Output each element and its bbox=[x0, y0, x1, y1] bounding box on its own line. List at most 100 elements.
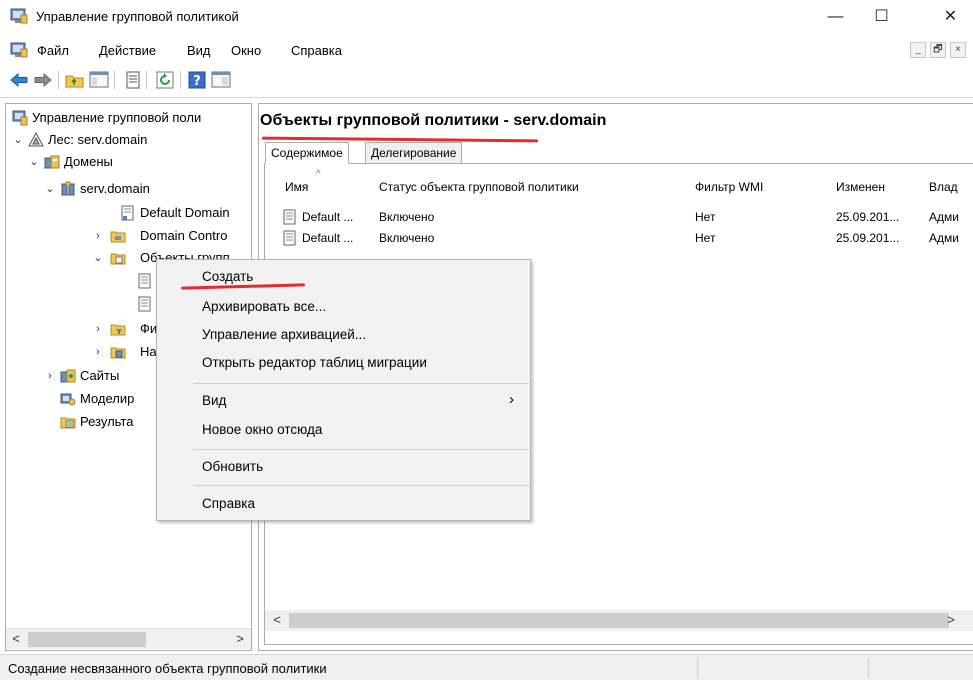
tree-node-label: Сайты bbox=[80, 368, 120, 383]
scroll-right-button[interactable]: > bbox=[230, 629, 250, 650]
menu-item-refresh[interactable]: Обновить bbox=[202, 459, 263, 474]
scroll-left-button[interactable]: < bbox=[267, 610, 287, 631]
scrollbar-thumb[interactable] bbox=[28, 632, 146, 647]
tree-node-label: serv.domain bbox=[80, 181, 150, 196]
mdi-close-button[interactable]: × bbox=[950, 42, 966, 58]
expand-chevron-icon[interactable]: › bbox=[43, 365, 57, 387]
expand-chevron-icon[interactable]: › bbox=[91, 341, 105, 363]
gpo-folder-icon bbox=[110, 253, 126, 265]
cell-owner: Адми bbox=[929, 231, 959, 245]
gpo-icon bbox=[283, 209, 296, 225]
tree-node-forest[interactable]: ⌄ Лес: serv.domain bbox=[6, 129, 251, 151]
sites-icon bbox=[60, 369, 76, 383]
menu-item-new-window[interactable]: Новое окно отсюда bbox=[202, 422, 322, 437]
cell-wmi: Нет bbox=[695, 210, 716, 224]
column-header-status[interactable]: Статус объекта групповой политики bbox=[379, 180, 579, 194]
tree-node-label: Фи bbox=[140, 321, 158, 336]
menu-file[interactable]: Файл bbox=[37, 43, 69, 58]
menu-item-backup-all[interactable]: Архивировать все... bbox=[202, 299, 326, 314]
menu-item-create[interactable]: Создать bbox=[202, 269, 253, 284]
show-hide-tree-icon[interactable] bbox=[88, 69, 110, 91]
menu-help[interactable]: Справка bbox=[291, 43, 342, 58]
menu-bar: Файл Действие Вид Окно Справка _ 🗗 × bbox=[0, 38, 973, 64]
sort-ascending-icon: ^ bbox=[316, 169, 321, 180]
tree-node-domain-controllers[interactable]: › Domain Contro bbox=[6, 225, 251, 247]
tree-node-domains[interactable]: ⌄ Домены bbox=[6, 151, 251, 173]
gpo-icon bbox=[138, 273, 151, 289]
back-arrow-icon[interactable] bbox=[8, 69, 30, 91]
collapse-chevron-icon[interactable]: ⌄ bbox=[43, 178, 57, 200]
menu-item-migration-table-editor[interactable]: Открыть редактор таблиц миграции bbox=[202, 355, 427, 370]
cell-status: Включено bbox=[379, 210, 435, 224]
console-view-icon[interactable] bbox=[210, 69, 232, 91]
title-bar: Управление групповой политикой — ☐ ✕ bbox=[0, 0, 973, 34]
menu-view[interactable]: Вид bbox=[187, 43, 211, 58]
expand-chevron-icon[interactable]: › bbox=[91, 225, 105, 247]
mdi-restore-button[interactable]: 🗗 bbox=[930, 42, 946, 58]
help-icon[interactable]: ? bbox=[186, 69, 208, 91]
tree-node-default-domain-policy[interactable]: Default Domain bbox=[6, 202, 251, 224]
refresh-icon[interactable] bbox=[154, 69, 176, 91]
tab-contents[interactable]: Содержимое bbox=[265, 142, 349, 164]
forward-arrow-icon[interactable] bbox=[32, 69, 54, 91]
gpmc-menu-icon[interactable] bbox=[10, 42, 28, 58]
cell-owner: Адми bbox=[929, 210, 959, 224]
forest-icon bbox=[28, 132, 44, 147]
scrollbar-thumb[interactable] bbox=[289, 613, 949, 628]
tree-horizontal-scrollbar[interactable]: < > bbox=[6, 628, 251, 649]
cell-status: Включено bbox=[379, 231, 435, 245]
tree-node-label: Управление групповой поли bbox=[32, 110, 202, 125]
menu-item-view[interactable]: Вид bbox=[202, 393, 226, 408]
status-text: Создание несвязанного объекта групповой … bbox=[8, 661, 327, 676]
cell-modified: 25.09.201... bbox=[836, 231, 900, 245]
tree-node-serv-domain[interactable]: ⌄ serv.domain bbox=[6, 178, 251, 200]
properties-icon[interactable] bbox=[122, 69, 144, 91]
starter-folder-icon bbox=[110, 347, 126, 359]
scroll-right-button[interactable]: > bbox=[941, 610, 961, 631]
menu-item-manage-backups[interactable]: Управление архивацией... bbox=[202, 327, 366, 342]
status-divider bbox=[697, 657, 698, 679]
menu-item-help[interactable]: Справка bbox=[202, 496, 255, 511]
gpo-link-icon bbox=[121, 205, 134, 221]
cell-name: Default ... bbox=[302, 231, 354, 245]
details-horizontal-scrollbar[interactable]: < > bbox=[265, 610, 973, 631]
wmi-folder-icon bbox=[110, 324, 126, 336]
toolbar-separator bbox=[180, 71, 181, 89]
mdi-minimize-button[interactable]: _ bbox=[910, 42, 926, 58]
menu-action[interactable]: Действие bbox=[99, 43, 156, 58]
toolbar-separator bbox=[146, 71, 147, 89]
tree-node-label: Домены bbox=[64, 154, 113, 169]
tree-node-gpmc-root[interactable]: Управление групповой поли bbox=[6, 107, 251, 129]
collapse-chevron-icon[interactable]: ⌄ bbox=[27, 151, 41, 173]
submenu-arrow-icon: › bbox=[509, 391, 514, 408]
tree-node-label: Результа bbox=[80, 414, 134, 429]
collapse-chevron-icon[interactable]: ⌄ bbox=[11, 129, 25, 151]
gpmc-icon bbox=[12, 110, 28, 126]
toolbar-separator bbox=[114, 71, 115, 89]
column-header-owner[interactable]: Влад bbox=[929, 180, 958, 194]
table-row[interactable]: Default ... Включено Нет 25.09.201... Ад… bbox=[280, 229, 973, 249]
maximize-button[interactable]: ☐ bbox=[859, 0, 904, 34]
column-header-modified[interactable]: Изменен bbox=[836, 180, 885, 194]
folder-up-icon[interactable] bbox=[64, 69, 86, 91]
minimize-button[interactable]: — bbox=[813, 0, 858, 34]
status-bar: Создание несвязанного объекта групповой … bbox=[0, 654, 973, 680]
scroll-left-button[interactable]: < bbox=[6, 629, 26, 650]
tree-node-label: Моделир bbox=[80, 391, 135, 406]
table-row[interactable]: Default ... Включено Нет 25.09.201... Ад… bbox=[280, 208, 973, 228]
gpmc-app-icon bbox=[10, 8, 28, 24]
tab-delegation[interactable]: Делегирование bbox=[365, 142, 463, 164]
gpo-icon bbox=[283, 230, 296, 246]
column-header-name[interactable]: Имя bbox=[285, 180, 308, 194]
collapse-chevron-icon[interactable]: ⌄ bbox=[91, 247, 105, 269]
tree-node-label: На bbox=[140, 344, 157, 359]
results-icon bbox=[60, 417, 76, 429]
ou-folder-icon bbox=[110, 231, 126, 243]
expand-chevron-icon[interactable]: › bbox=[91, 318, 105, 340]
column-header-wmi-filter[interactable]: Фильтр WMI bbox=[695, 180, 763, 194]
menu-window[interactable]: Окно bbox=[231, 43, 261, 58]
cell-modified: 25.09.201... bbox=[836, 210, 900, 224]
tree-node-label: Лес: serv.domain bbox=[48, 132, 148, 147]
close-button[interactable]: ✕ bbox=[928, 0, 973, 34]
window-title: Управление групповой политикой bbox=[36, 9, 239, 24]
